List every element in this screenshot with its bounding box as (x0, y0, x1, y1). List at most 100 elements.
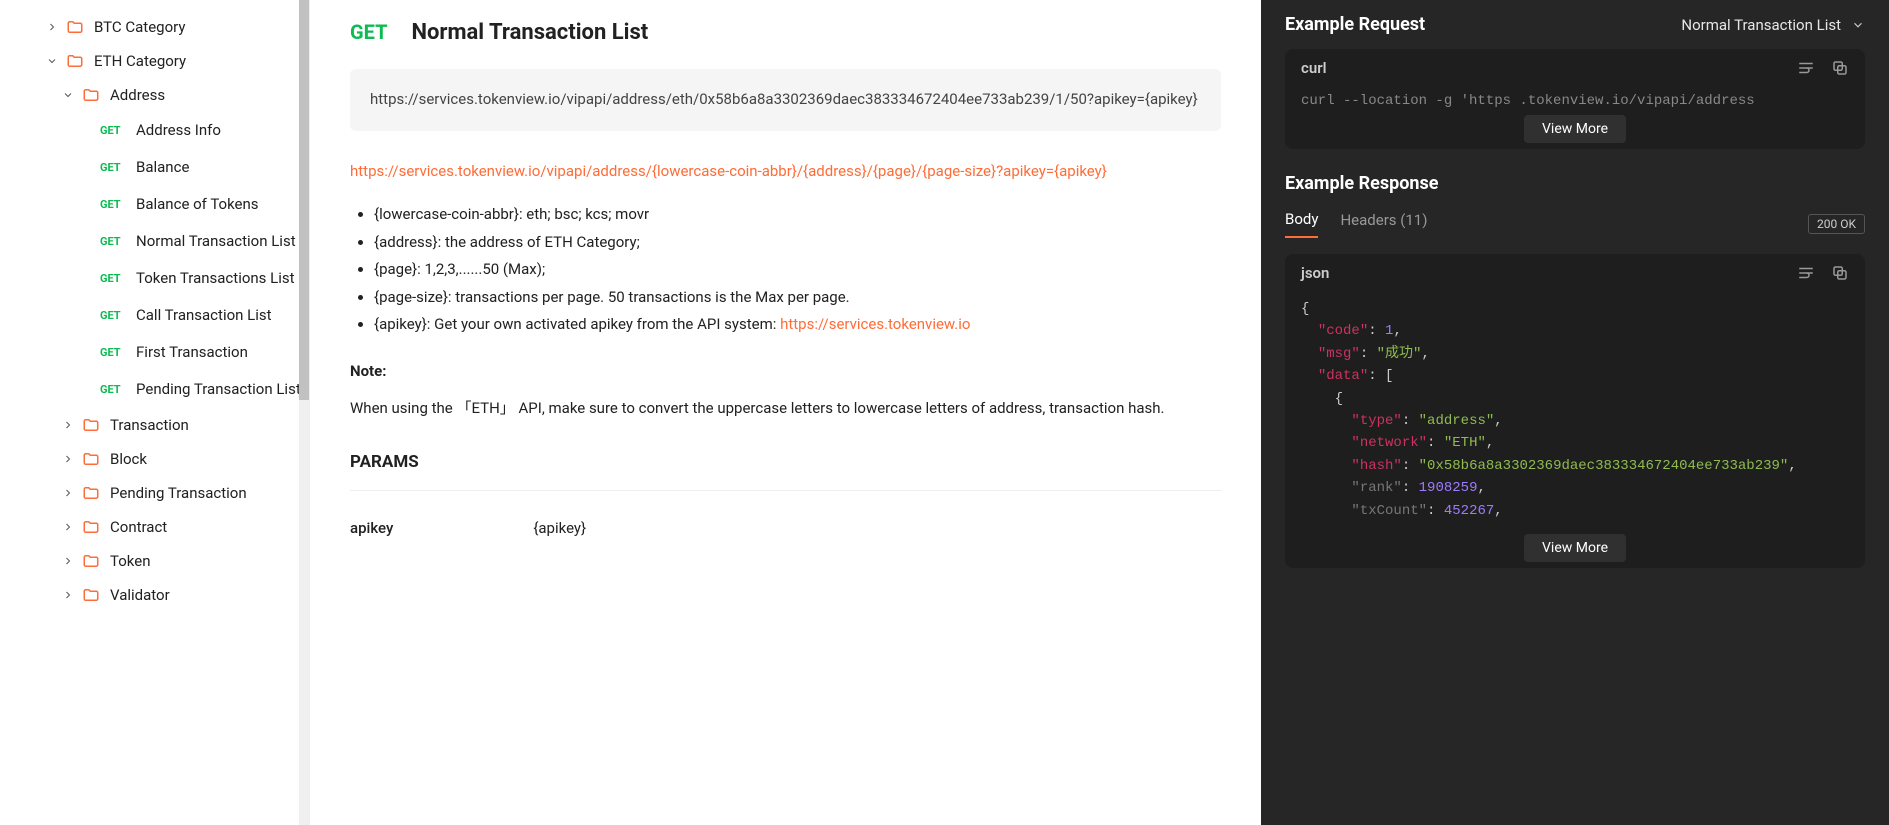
request-url-box: https://services.tokenview.io/vipapi/add… (350, 69, 1221, 131)
bullet-item: {address}: the address of ETH Category; (374, 230, 1221, 256)
http-method-tag: GET (100, 309, 126, 322)
param-row: apikey {apikey} (350, 519, 1221, 537)
chevron-right-icon (60, 417, 76, 433)
endpoint-label: Pending Transaction List (136, 379, 301, 400)
bullet-item: {apikey}: Get your own activated apikey … (374, 312, 1221, 338)
folder-icon (82, 86, 100, 104)
note-text: When using the 「ETH」 API, make sure to c… (350, 396, 1221, 420)
chevron-right-icon (60, 587, 76, 603)
tree-folder[interactable]: Pending Transaction (0, 476, 309, 510)
tree-label: Address (110, 86, 165, 104)
folder-icon (82, 586, 100, 604)
status-badge: 200 OK (1808, 214, 1865, 234)
tree-folder[interactable]: Contract (0, 510, 309, 544)
params-heading: PARAMS (350, 452, 1221, 491)
folder-icon (82, 450, 100, 468)
sidebar-endpoint[interactable]: GET Balance (0, 149, 309, 186)
param-key: apikey (350, 519, 393, 537)
chevron-right-icon (60, 451, 76, 467)
copy-icon[interactable] (1831, 264, 1849, 282)
http-method-tag: GET (100, 124, 126, 137)
tree-folder[interactable]: Transaction (0, 408, 309, 442)
bullet-item: {page}: 1,2,3,......50 (Max); (374, 257, 1221, 283)
page-title: Normal Transaction List (411, 20, 648, 45)
http-method-tag: GET (100, 235, 126, 248)
chevron-down-icon (60, 87, 76, 103)
http-method-tag: GET (100, 346, 126, 359)
sidebar-endpoint[interactable]: GET Call Transaction List (0, 297, 309, 334)
tree-label: Token (110, 552, 150, 570)
chevron-right-icon (44, 19, 60, 35)
tree-label: BTC Category (94, 18, 185, 36)
sidebar-endpoint[interactable]: GET Normal Transaction List (0, 223, 309, 260)
wrap-icon[interactable] (1797, 264, 1815, 282)
endpoint-label: Normal Transaction List (136, 231, 296, 252)
url-pattern-link[interactable]: https://services.tokenview.io/vipapi/add… (350, 159, 1221, 185)
http-method-tag: GET (100, 161, 126, 174)
example-selector[interactable]: Normal Transaction List (1681, 16, 1865, 34)
endpoint-label: First Transaction (136, 342, 248, 363)
apikey-link[interactable]: https://services.tokenview.io (780, 315, 970, 333)
main-content: GET Normal Transaction List https://serv… (310, 0, 1261, 825)
endpoint-label: Address Info (136, 120, 221, 141)
code-lang: json (1301, 264, 1329, 282)
wrap-icon[interactable] (1797, 59, 1815, 77)
tree-folder[interactable]: Validator (0, 578, 309, 612)
chevron-down-icon (44, 53, 60, 69)
endpoint-label: Balance (136, 157, 189, 178)
copy-icon[interactable] (1831, 59, 1849, 77)
folder-icon (82, 518, 100, 536)
folder-icon (66, 52, 84, 70)
http-method-tag: GET (100, 272, 126, 285)
chevron-right-icon (60, 553, 76, 569)
note-label: Note: (350, 362, 1221, 380)
sidebar-endpoint[interactable]: GET Pending Transaction List (0, 371, 309, 408)
tab-headers[interactable]: Headers (11) (1340, 211, 1427, 237)
request-code-card: curl curl --location -g 'https .tokenvie… (1285, 49, 1865, 149)
tree-folder[interactable]: Block (0, 442, 309, 476)
tree-label: ETH Category (94, 52, 186, 70)
chevron-right-icon (60, 485, 76, 501)
bullet-item: {page-size}: transactions per page. 50 t… (374, 285, 1221, 311)
folder-icon (82, 484, 100, 502)
example-panel: Example Request Normal Transaction List … (1261, 0, 1889, 825)
http-method: GET (350, 20, 387, 44)
tree-label: Validator (110, 586, 170, 604)
tree-btc-category[interactable]: BTC Category (0, 10, 309, 44)
sidebar: BTC Category ETH Category Address GET Add… (0, 0, 310, 825)
http-method-tag: GET (100, 198, 126, 211)
endpoint-label: Balance of Tokens (136, 194, 259, 215)
tree-label: Block (110, 450, 147, 468)
response-code-card: json { "code": 1, "msg": "成功", "data": [… (1285, 254, 1865, 568)
endpoint-label: Call Transaction List (136, 305, 272, 326)
view-more-button[interactable]: View More (1524, 115, 1626, 143)
folder-icon (66, 18, 84, 36)
sidebar-endpoint[interactable]: GET Token Transactions List (0, 260, 309, 297)
example-response-title: Example Response (1285, 173, 1865, 194)
endpoint-label: Token Transactions List (136, 268, 295, 289)
chevron-right-icon (60, 519, 76, 535)
tab-body[interactable]: Body (1285, 210, 1318, 238)
tree-label: Transaction (110, 416, 189, 434)
selector-label: Normal Transaction List (1681, 16, 1841, 34)
tree-label: Pending Transaction (110, 484, 247, 502)
json-code: { "code": 1, "msg": "成功", "data": [ { "t… (1285, 292, 1865, 568)
sidebar-endpoint[interactable]: GET Balance of Tokens (0, 186, 309, 223)
sidebar-endpoint[interactable]: GET First Transaction (0, 334, 309, 371)
http-method-tag: GET (100, 383, 126, 396)
bullet-item: {lowercase-coin-abbr}: eth; bsc; kcs; mo… (374, 202, 1221, 228)
sidebar-endpoint[interactable]: GET Address Info (0, 112, 309, 149)
example-request-title: Example Request (1285, 14, 1425, 35)
tree-eth-category[interactable]: ETH Category (0, 44, 309, 78)
chevron-down-icon (1851, 18, 1865, 32)
parameter-bullets: {lowercase-coin-abbr}: eth; bsc; kcs; mo… (350, 202, 1221, 338)
tree-label: Contract (110, 518, 167, 536)
code-lang: curl (1301, 59, 1327, 77)
scrollbar[interactable] (299, 0, 309, 825)
folder-icon (82, 552, 100, 570)
tree-folder[interactable]: Token (0, 544, 309, 578)
folder-icon (82, 416, 100, 434)
view-more-button[interactable]: View More (1524, 534, 1626, 562)
tree-address-folder[interactable]: Address (0, 78, 309, 112)
param-value: {apikey} (533, 519, 586, 537)
